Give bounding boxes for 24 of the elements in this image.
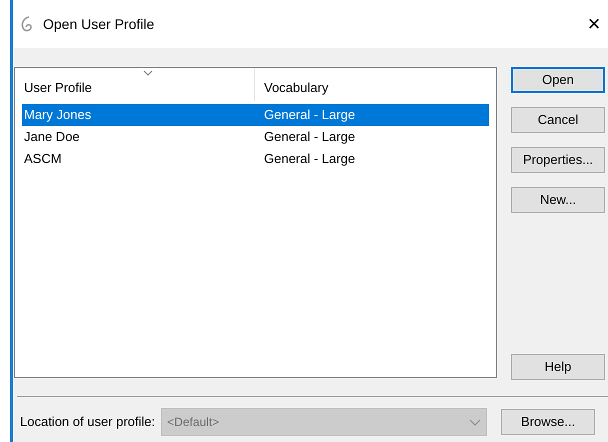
table-cell-text: Jane Doe	[23, 128, 81, 146]
profile-row[interactable]: Jane Doe General - Large	[22, 126, 489, 148]
close-button[interactable]: ×	[582, 9, 606, 39]
column-header-label: User Profile	[24, 78, 92, 97]
browse-button[interactable]: Browse...	[501, 409, 596, 435]
dialog-button[interactable]: Cancel	[511, 107, 605, 133]
table-cell-text: General - Large	[263, 106, 356, 124]
table-cell-text: Mary Jones	[23, 106, 92, 124]
location-label: Location of user profile:	[20, 413, 156, 432]
table-cell-text: General - Large	[263, 150, 356, 168]
profile-row[interactable]: Mary Jones General - Large	[22, 104, 489, 126]
profile-row[interactable]: ASCM General - Large	[22, 148, 489, 170]
dialog-button[interactable]: Properties...	[511, 147, 605, 173]
window-title: Open User Profile	[43, 14, 154, 34]
help-button[interactable]: Help	[511, 354, 605, 380]
dialog-button[interactable]: Open	[511, 67, 605, 93]
dialog-button[interactable]: New...	[511, 187, 605, 213]
column-header-label: Vocabulary	[264, 78, 328, 97]
column-header[interactable]: Vocabulary	[255, 68, 496, 101]
table-cell-text: ASCM	[23, 150, 63, 168]
chevron-down-icon	[469, 418, 482, 426]
app-icon	[20, 15, 34, 33]
table-cell-text: General - Large	[263, 128, 356, 146]
column-header[interactable]: User Profile	[15, 68, 255, 101]
